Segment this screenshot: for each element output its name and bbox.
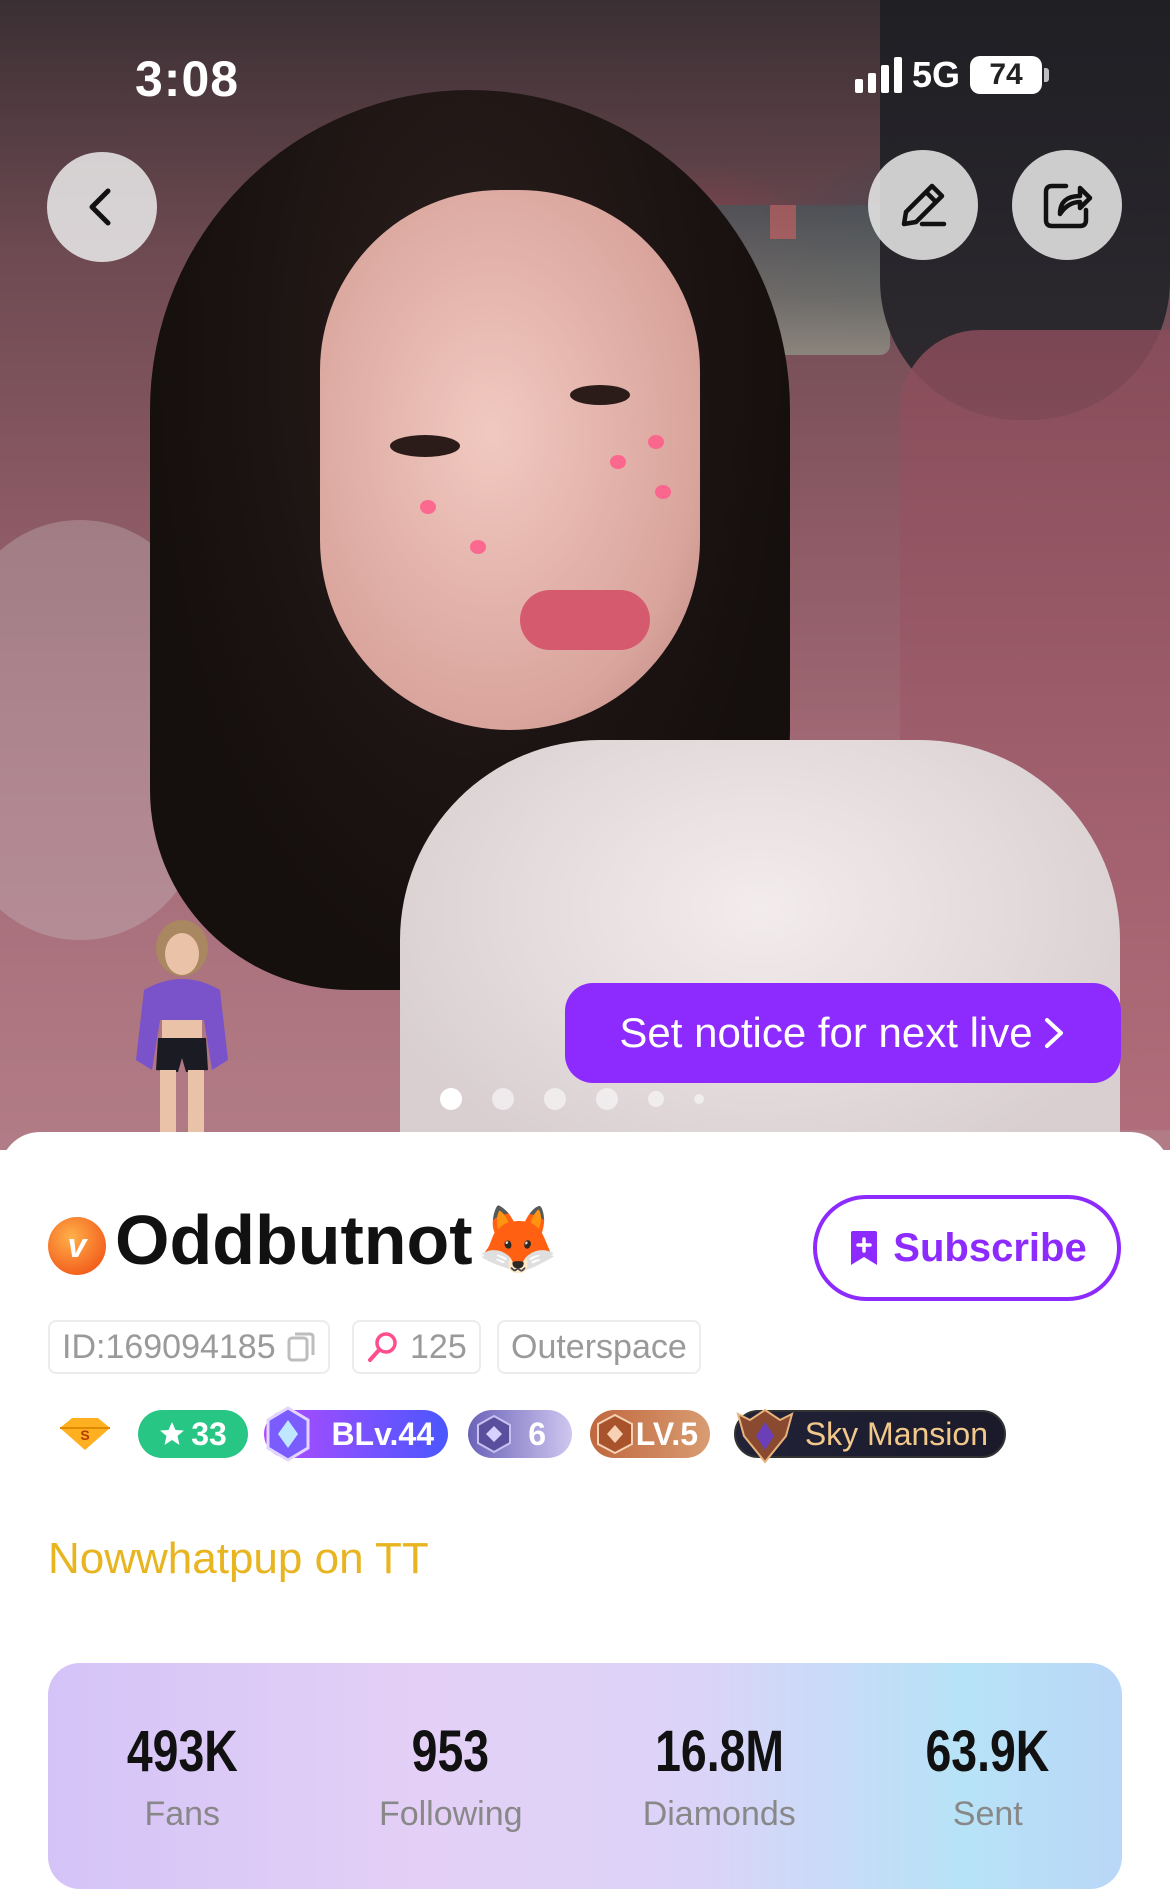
share-icon [1043,183,1093,229]
stat-sent[interactable]: 63.9K Sent [854,1663,1123,1889]
portrait-lips [520,590,650,650]
copy-icon[interactable] [286,1331,316,1363]
bookmark-plus-icon [851,1231,878,1265]
bronze-hexagon-icon [597,1413,633,1455]
fan-club-count: 125 [410,1327,467,1366]
page-dot[interactable] [694,1094,704,1104]
diamond-badge-icon[interactable]: S [58,1410,114,1458]
blv-badge[interactable]: BLv.44 [264,1406,448,1462]
signal-icon [855,57,902,93]
bio-text: Nowwhatpup on TT [48,1534,429,1583]
set-notice-label: Set notice for next live [619,1009,1033,1056]
fan-club-chip[interactable]: 125 [352,1320,481,1374]
sky-mansion-badge[interactable]: Sky Mansion [734,1408,1006,1464]
page-indicator[interactable] [440,1088,704,1110]
pencil-icon [901,183,947,227]
status-time: 3:08 [135,51,240,107]
hexagon-medal-icon [477,1414,511,1454]
medal-badge[interactable]: 6 [468,1410,572,1458]
stat-fans[interactable]: 493K Fans [48,1663,317,1889]
page-dot[interactable] [440,1088,462,1110]
stat-diamonds[interactable]: 16.8M Diamonds [585,1663,854,1889]
edit-profile-button[interactable] [868,150,978,260]
battery-icon: 74 [970,56,1050,94]
portrait-face [320,190,700,730]
stat-following[interactable]: 953 Following [317,1663,586,1889]
star-icon [160,1422,185,1445]
share-button[interactable] [1012,150,1122,260]
page-dot[interactable] [492,1088,514,1110]
star-level-badge[interactable]: 33 [138,1410,248,1458]
level-badge[interactable]: LV.5 [590,1410,710,1458]
status-indicators: 5G 74 [855,54,1050,96]
crest-icon [736,1408,794,1464]
chevron-right-icon [1044,1018,1063,1048]
subscribe-label: Subscribe [893,1225,1087,1270]
location-chip: Outerspace [497,1320,701,1374]
stats-panel: 493K Fans 953 Following 16.8M Diamonds 6… [48,1663,1122,1889]
fan-club-icon [368,1332,397,1362]
username: Oddbutnot 🦊 [115,1201,559,1279]
subscribe-button[interactable]: Subscribe [813,1195,1121,1301]
user-id-chip[interactable]: ID:169094185 [48,1320,330,1374]
chevron-left-icon [89,188,111,226]
fox-emoji: 🦊 [476,1202,559,1276]
location-label: Outerspace [511,1327,687,1366]
page-dot[interactable] [648,1091,664,1107]
page-dot[interactable] [544,1088,566,1110]
page-dot[interactable] [596,1088,618,1110]
network-label: 5G [912,54,961,95]
vip-badge[interactable]: v [48,1217,106,1275]
svg-text:S: S [80,1427,89,1443]
back-button[interactable] [47,152,157,262]
gem-icon [266,1406,310,1462]
user-id: ID:169094185 [62,1327,276,1366]
avatar-3d-figure[interactable] [100,920,260,1135]
set-notice-button[interactable]: Set notice for next live [565,983,1121,1083]
